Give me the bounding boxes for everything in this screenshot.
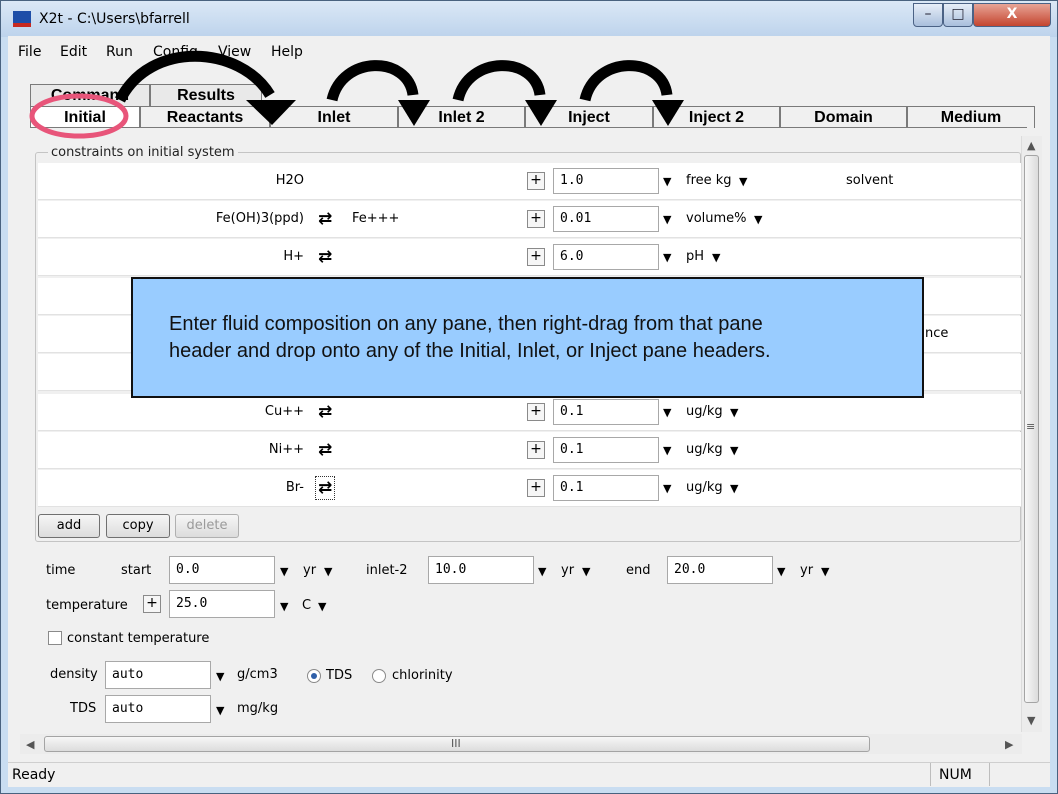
arrowhead-icon (398, 100, 430, 126)
initial-tab-highlight-circle (29, 93, 129, 139)
annotation-overlay (29, 50, 684, 139)
drag-arrow-icon (326, 60, 419, 102)
arrowhead-icon (525, 100, 557, 126)
arrowhead-icon (652, 100, 684, 126)
drag-arrow-icon (115, 50, 275, 103)
drag-arrow-icon (579, 60, 673, 102)
drag-arrow-icon (452, 60, 546, 102)
arrowhead-icon (246, 100, 296, 125)
